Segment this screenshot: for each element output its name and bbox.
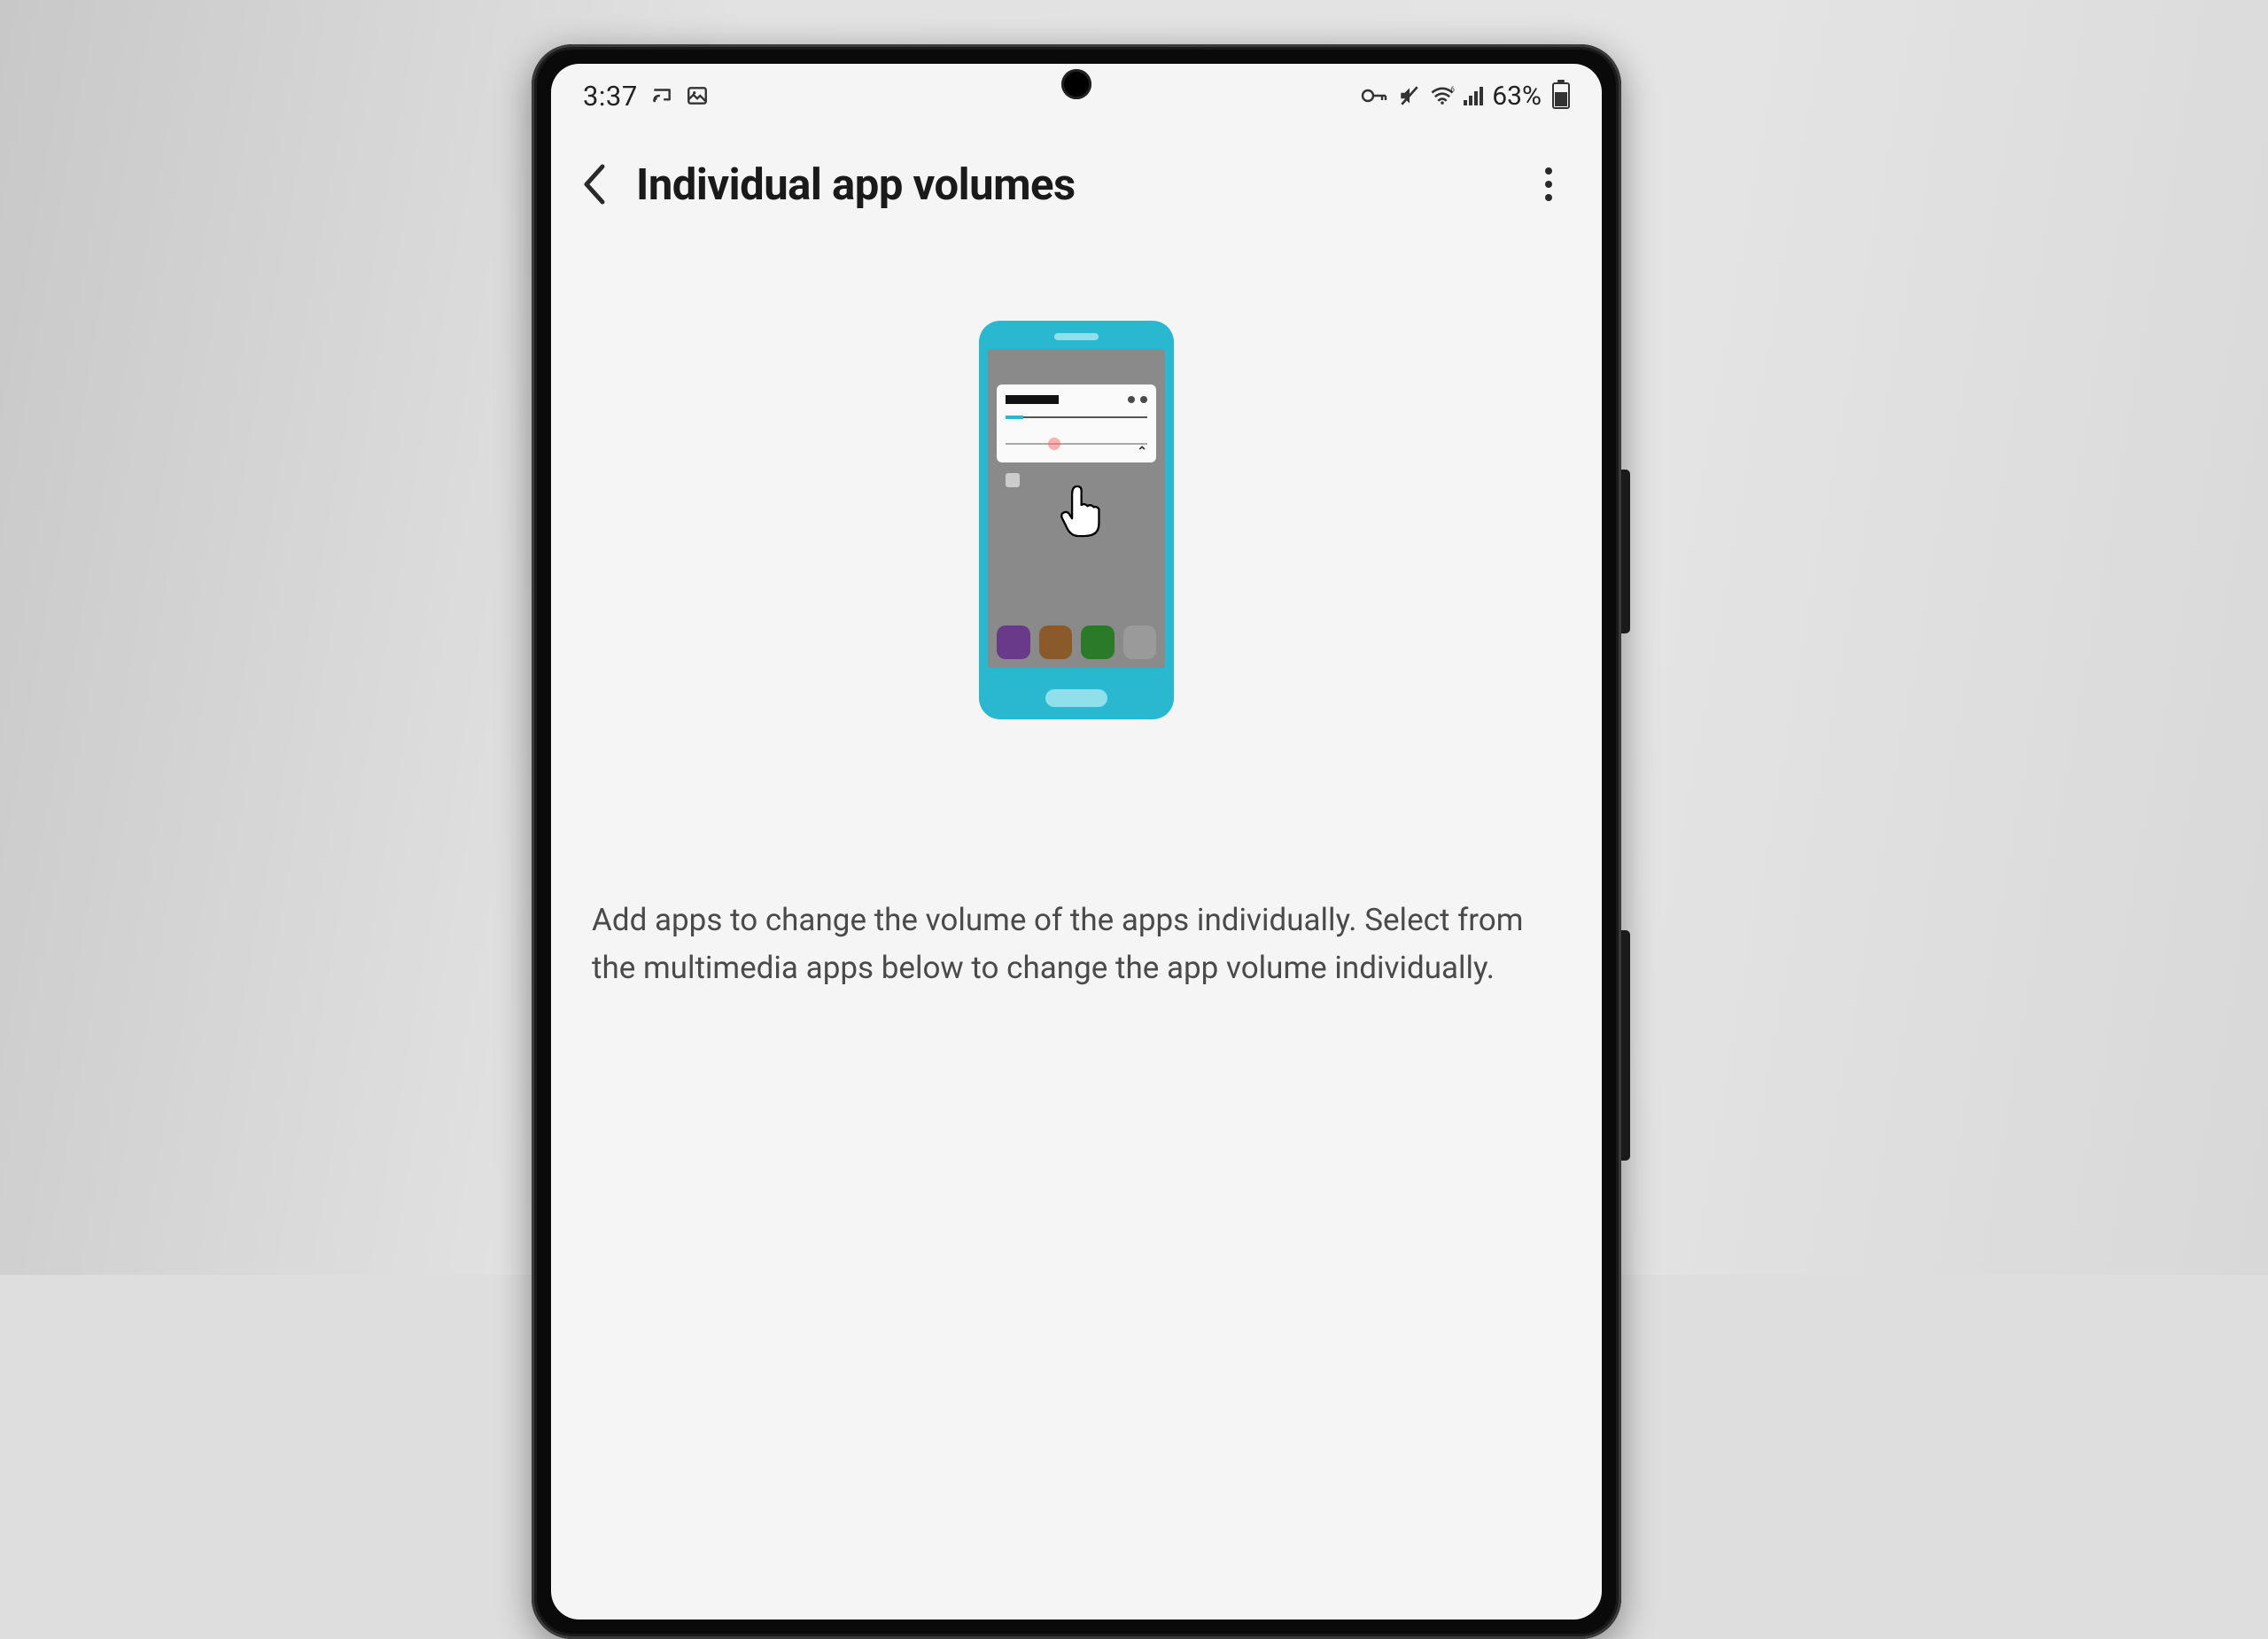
- page-title: Individual app volumes: [636, 159, 1508, 210]
- pointer-hand-icon: [1057, 482, 1107, 552]
- mute-icon: [1398, 84, 1421, 107]
- battery-percent: 63%: [1492, 81, 1542, 112]
- camera-hole-icon: [1061, 69, 1091, 99]
- cellular-signal-icon: [1464, 86, 1483, 105]
- app-bar: Individual app volumes: [551, 128, 1602, 241]
- status-time: 3:37: [583, 80, 638, 113]
- phone-frame: 3:37: [532, 44, 1621, 1639]
- status-left: 3:37: [583, 80, 709, 113]
- description-text: Add apps to change the volume of the app…: [586, 897, 1566, 993]
- illustration-app-icon: [1081, 625, 1115, 659]
- phone-side-button-bottom: [1621, 930, 1630, 1161]
- volume-illustration: ⌃: [979, 321, 1174, 719]
- illustration-app-icon: [1123, 625, 1157, 659]
- vpn-key-icon: [1361, 87, 1389, 105]
- back-button[interactable]: [563, 152, 627, 216]
- phone-screen: 3:37: [551, 64, 1602, 1620]
- chevron-up-icon: ⌃: [1137, 445, 1147, 459]
- illustration-app-icon: [1039, 625, 1073, 659]
- overflow-menu-button[interactable]: [1517, 152, 1581, 216]
- status-right: 6 63%: [1361, 81, 1570, 112]
- content-area: ⌃: [551, 241, 1602, 993]
- phone-side-button-top: [1621, 470, 1630, 633]
- wifi-icon: 6: [1430, 85, 1455, 106]
- battery-icon: [1552, 82, 1570, 109]
- illustration-phone-icon: ⌃: [979, 321, 1174, 719]
- casting-icon: [650, 84, 673, 107]
- image-icon: [686, 84, 709, 107]
- illustration-app-icon: [997, 625, 1030, 659]
- svg-text:6: 6: [1451, 85, 1456, 93]
